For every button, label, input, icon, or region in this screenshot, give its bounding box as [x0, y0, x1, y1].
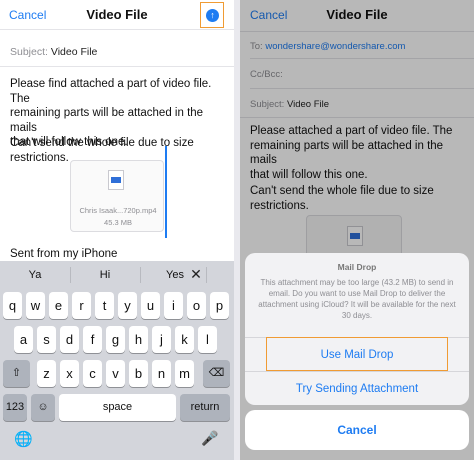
video-attachment[interactable]: Chris Isaak...720p.mp4 45.3 MB: [70, 160, 164, 232]
emoji-icon[interactable]: ☺: [31, 394, 55, 421]
close-icon[interactable]: ✕: [166, 266, 226, 283]
key-i[interactable]: i: [164, 292, 183, 319]
key-j[interactable]: j: [152, 326, 171, 353]
separator: [70, 267, 71, 283]
key-e[interactable]: e: [49, 292, 68, 319]
suggestion-item[interactable]: Ya: [5, 269, 65, 281]
body-line: Can't send the whole file due to size: [10, 137, 194, 149]
globe-icon[interactable]: 🌐: [14, 430, 33, 448]
signature: Sent from my iPhone: [10, 248, 118, 260]
sheet-title: Mail Drop: [337, 262, 377, 272]
send-highlight: ↑: [200, 2, 224, 28]
mail-drop-highlight: [266, 337, 448, 371]
sheet-message: This attachment may be too large (43.2 M…: [258, 278, 456, 320]
key-h[interactable]: h: [129, 326, 148, 353]
sheet-cancel-button[interactable]: Cancel: [245, 410, 469, 450]
return-key[interactable]: return: [180, 394, 230, 421]
mail-drop-sheet: Mail Drop This attachment may be too lar…: [245, 253, 469, 405]
subject-field[interactable]: Subject: Video File: [10, 46, 97, 58]
numbers-key[interactable]: 123: [3, 394, 27, 421]
subject-value: Video File: [50, 46, 98, 58]
mic-icon[interactable]: 🎤: [201, 430, 218, 447]
try-sending-attachment-button[interactable]: Try Sending Attachment: [245, 371, 469, 405]
separator: [140, 267, 141, 283]
key-t[interactable]: t: [95, 292, 114, 319]
key-f[interactable]: f: [83, 326, 102, 353]
suggestion-bar: Ya Hi Yes ✕: [0, 261, 234, 289]
key-u[interactable]: u: [141, 292, 160, 319]
key-s[interactable]: s: [37, 326, 56, 353]
right-mail-compose: Cancel Video File To: wondershare@wonder…: [240, 0, 474, 460]
send-arrow-icon[interactable]: ↑: [206, 9, 219, 22]
backspace-key[interactable]: ⌫: [203, 360, 230, 387]
nav-bar: Cancel Video File ↑: [0, 0, 234, 30]
video-file-icon: [108, 170, 124, 190]
key-x[interactable]: x: [60, 360, 79, 387]
body-line: Please find attached a part of video fil…: [10, 78, 212, 105]
key-a[interactable]: a: [14, 326, 33, 353]
divider: [0, 66, 234, 67]
key-q[interactable]: q: [3, 292, 22, 319]
compose-title: Video File: [86, 7, 148, 22]
key-p[interactable]: p: [210, 292, 229, 319]
shift-key[interactable]: ⇧: [3, 360, 30, 387]
attachment-name: Chris Isaak...720p.mp4: [79, 206, 157, 215]
suggestion-item[interactable]: Hi: [75, 269, 135, 281]
key-n[interactable]: n: [152, 360, 171, 387]
screenshot: Cancel Video File ↑ Subject: Video File …: [0, 0, 474, 460]
subject-label: Subject:: [10, 46, 48, 58]
left-mail-compose: Cancel Video File ↑ Subject: Video File …: [0, 0, 234, 460]
key-c[interactable]: c: [83, 360, 102, 387]
key-r[interactable]: r: [72, 292, 91, 319]
text-cursor: [165, 146, 167, 238]
key-b[interactable]: b: [129, 360, 148, 387]
key-w[interactable]: w: [26, 292, 45, 319]
key-z[interactable]: z: [37, 360, 56, 387]
body-line: remaining parts will be attached in the …: [10, 107, 204, 134]
key-l[interactable]: l: [198, 326, 217, 353]
key-k[interactable]: k: [175, 326, 194, 353]
space-key[interactable]: space: [59, 394, 176, 421]
key-v[interactable]: v: [106, 360, 125, 387]
keyboard: Ya Hi Yes ✕ q w e r t y u i o p a s d f: [0, 261, 234, 460]
key-o[interactable]: o: [187, 292, 206, 319]
key-m[interactable]: m: [175, 360, 194, 387]
key-g[interactable]: g: [106, 326, 125, 353]
key-y[interactable]: y: [118, 292, 137, 319]
attachment-size: 45.3 MB: [104, 218, 132, 227]
key-d[interactable]: d: [60, 326, 79, 353]
